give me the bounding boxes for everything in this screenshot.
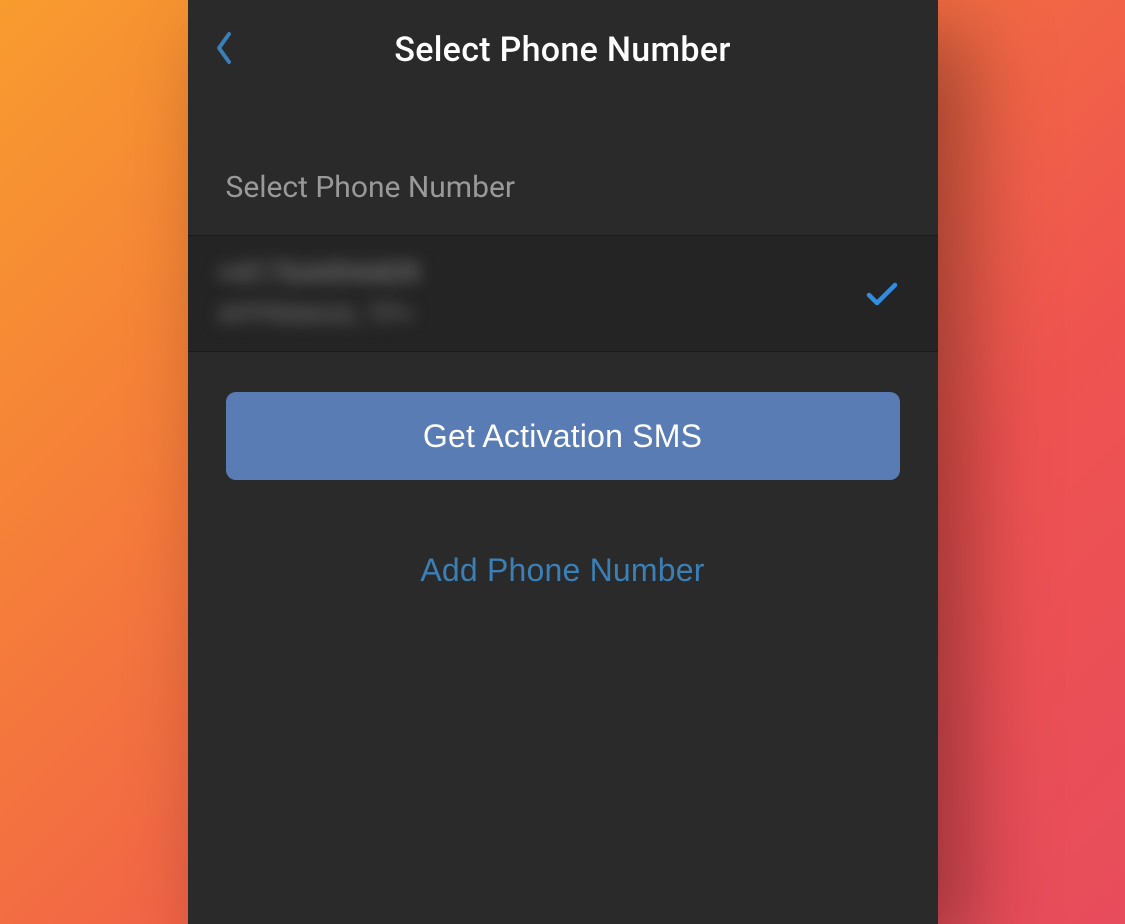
section-label: Select Phone Number: [188, 100, 938, 235]
page-title: Select Phone Number: [208, 30, 918, 70]
phone-number-label: APPRIMAAL TP+: [218, 300, 864, 331]
phone-number-row[interactable]: +41764494409 APPRIMAAL TP+: [188, 235, 938, 352]
add-phone-number-button[interactable]: Add Phone Number: [226, 540, 900, 601]
get-activation-sms-button[interactable]: Get Activation SMS: [226, 392, 900, 480]
chevron-left-icon: [214, 30, 234, 70]
phone-number-texts: +41764494409 APPRIMAAL TP+: [218, 256, 864, 331]
checkmark-icon: [864, 276, 900, 312]
action-area: Get Activation SMS Add Phone Number: [188, 352, 938, 601]
header-bar: Select Phone Number: [188, 0, 938, 100]
device-panel: Select Phone Number Select Phone Number …: [188, 0, 938, 924]
phone-number-value: +41764494409: [218, 256, 864, 292]
back-button[interactable]: [202, 28, 246, 72]
